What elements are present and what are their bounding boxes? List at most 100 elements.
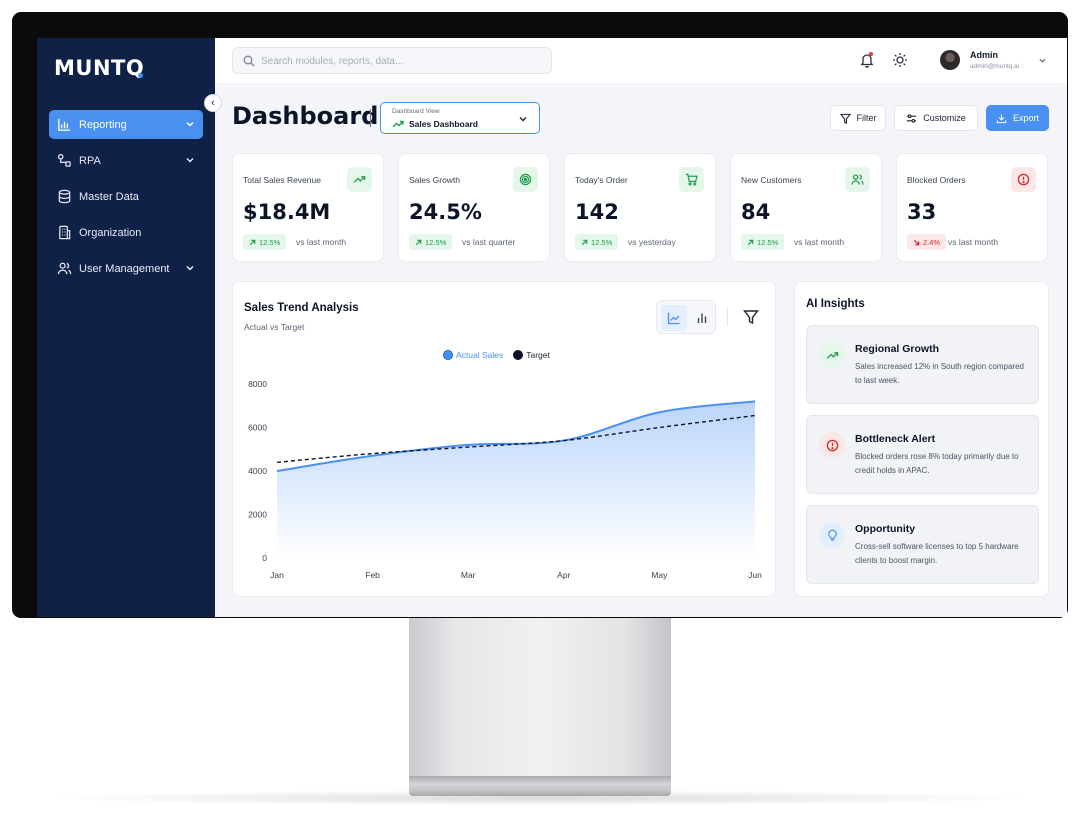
kpi-label: Today's Order xyxy=(575,175,628,185)
sliders-icon xyxy=(907,113,917,123)
sidebar-item-label: Master Data xyxy=(79,190,139,203)
monitor-bezel: MUNTQ Reporting RPA Master Data Organiza… xyxy=(12,12,1068,618)
app-screen: MUNTQ Reporting RPA Master Data Organiza… xyxy=(37,38,1067,617)
bar-chart-icon xyxy=(697,313,707,323)
kpi-value: 84 xyxy=(741,200,771,224)
arrow-up-right-icon xyxy=(249,239,256,245)
chevron-down-icon[interactable] xyxy=(185,119,195,129)
ai-insights-card: AI Insights Regional Growth Sales increa… xyxy=(794,281,1049,597)
y-axis-tick-label: 2000 xyxy=(248,510,267,520)
x-axis-tick-label: Mar xyxy=(461,570,476,580)
customize-button[interactable]: Customize xyxy=(894,105,978,131)
filter-button[interactable]: Filter xyxy=(830,105,886,131)
chevron-down-icon[interactable] xyxy=(185,155,195,165)
export-button[interactable]: Export xyxy=(986,105,1049,131)
alert-icon xyxy=(819,432,845,458)
kpi-change-value: 12.5% xyxy=(425,237,447,247)
users-icon xyxy=(845,167,870,192)
x-axis-tick-label: Jun xyxy=(748,570,762,580)
bar-chart-icon xyxy=(57,117,72,132)
chevron-down-icon[interactable] xyxy=(185,263,195,273)
x-axis-tick-label: May xyxy=(651,570,668,580)
kpi-compare: vs last quarter xyxy=(462,237,516,247)
lightbulb-icon xyxy=(819,522,845,548)
customize-button-label: Customize xyxy=(923,113,966,123)
kpi-card-sales-growth[interactable]: Sales Growth 24.5% 12.5% vs last quarter xyxy=(398,153,550,262)
search-icon xyxy=(243,55,255,67)
sidebar: MUNTQ Reporting RPA Master Data Organiza… xyxy=(37,38,215,617)
y-axis-tick-label: 4000 xyxy=(248,466,267,476)
legend-label: Actual Sales xyxy=(456,350,504,360)
kpi-card-todays-order[interactable]: Today's Order 142 12.5% vs yesterday xyxy=(564,153,716,262)
filter-icon xyxy=(839,113,851,124)
title-divider xyxy=(370,109,371,127)
kpi-change-value: 12.5% xyxy=(757,237,779,247)
user-email: admin@muntq.ai xyxy=(970,63,1020,70)
target-icon xyxy=(513,167,538,192)
kpi-change-value: 2.4% xyxy=(923,237,941,247)
sidebar-item-master-data[interactable]: Master Data xyxy=(49,182,203,211)
database-icon xyxy=(57,189,72,204)
app-logo[interactable]: MUNTQ xyxy=(54,56,144,80)
legend-item-actual-sales[interactable]: Actual Sales xyxy=(443,350,503,360)
kpi-change-badge: 12.5% xyxy=(243,234,287,250)
kpi-card-blocked-orders[interactable]: Blocked Orders 33 2.4% vs last month xyxy=(896,153,1048,262)
search-input[interactable] xyxy=(261,53,541,69)
user-name: Admin xyxy=(970,50,998,60)
sidebar-nav: Reporting RPA Master Data Organization U… xyxy=(49,110,203,290)
kpi-card-new-customers[interactable]: New Customers 84 12.5% vs last month xyxy=(730,153,882,262)
line-chart-toggle[interactable] xyxy=(661,305,687,331)
kpi-label: New Customers xyxy=(741,175,802,185)
kpi-label: Blocked Orders xyxy=(907,175,966,185)
download-icon xyxy=(996,113,1007,123)
arrow-down-right-icon xyxy=(913,239,920,245)
trend-up-icon xyxy=(819,342,845,368)
kpi-value: $18.4M xyxy=(243,200,331,224)
insight-card-opportunity[interactable]: Opportunity Cross-sell software licenses… xyxy=(806,505,1039,584)
arrow-up-right-icon xyxy=(747,239,754,245)
insight-text: Sales increased 12% in South region comp… xyxy=(855,362,1024,385)
sidebar-item-organization[interactable]: Organization xyxy=(49,218,203,247)
sidebar-item-label: User Management xyxy=(79,262,170,275)
floor-shadow xyxy=(40,790,1040,806)
sidebar-item-user-management[interactable]: User Management xyxy=(49,254,203,283)
legend-item-target[interactable]: Target xyxy=(513,350,550,360)
kpi-compare: vs last month xyxy=(794,237,845,247)
users-icon xyxy=(57,261,72,276)
search-bar xyxy=(232,47,552,74)
kpi-value: 24.5% xyxy=(409,200,482,224)
x-axis-tick-label: Feb xyxy=(365,570,380,580)
export-button-label: Export xyxy=(1012,113,1039,123)
kpi-card-total-sales-revenue[interactable]: Total Sales Revenue $18.4M 12.5% vs last… xyxy=(232,153,384,262)
chevron-down-icon[interactable] xyxy=(1038,56,1047,65)
bar-chart-toggle[interactable] xyxy=(689,305,715,331)
filter-button-label: Filter xyxy=(856,113,877,123)
insight-title: Regional Growth xyxy=(855,343,939,355)
sidebar-item-label: Reporting xyxy=(79,118,127,131)
kpi-label: Total Sales Revenue xyxy=(243,175,321,185)
view-select-label: Dashboard View xyxy=(392,108,440,115)
insight-title: Opportunity xyxy=(855,523,916,535)
alert-icon xyxy=(1011,167,1036,192)
sun-icon[interactable] xyxy=(892,52,908,68)
kpi-change-badge: 12.5% xyxy=(575,234,619,250)
avatar[interactable] xyxy=(940,50,960,70)
insight-card-bottleneck-alert[interactable]: Bottleneck Alert Blocked orders rose 8% … xyxy=(806,415,1039,494)
sales-trend-chart: 0 2000 4000 6000 8000 Jan Feb Mar Apr May Jun xyxy=(248,379,762,580)
chevron-down-icon xyxy=(519,117,527,122)
insight-card-regional-growth[interactable]: Regional Growth Sales increased 12% in S… xyxy=(806,325,1039,404)
kpi-compare: vs yesterday xyxy=(628,237,676,247)
sidebar-collapse-button[interactable]: ‹ xyxy=(204,94,222,112)
kpi-change-badge: 12.5% xyxy=(741,234,785,250)
legend-swatch xyxy=(443,350,453,360)
sidebar-item-rpa[interactable]: RPA xyxy=(49,146,203,175)
kpi-value: 142 xyxy=(575,200,619,224)
topbar: Admin admin@muntq.ai xyxy=(215,38,1067,83)
sales-trend-card: Sales Trend Analysis Actual vs Target Ac… xyxy=(232,281,776,597)
sidebar-item-reporting[interactable]: Reporting xyxy=(49,110,203,139)
cart-icon xyxy=(679,167,704,192)
dashboard-view-select[interactable]: Dashboard View Sales Dashboard xyxy=(380,102,540,134)
y-axis-tick-label: 0 xyxy=(262,553,267,563)
filter-icon[interactable] xyxy=(743,309,759,325)
kpi-label: Sales Growth xyxy=(409,175,461,185)
